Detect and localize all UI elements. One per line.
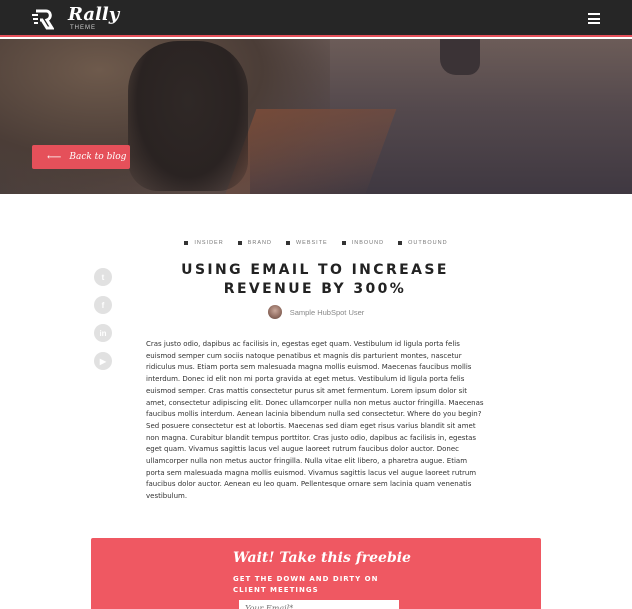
freebie-cta: Wait! Take this freebie GET THE DOWN AND… [91, 538, 541, 609]
back-to-blog-label: Back to blog [69, 152, 127, 162]
tag-brand[interactable]: BRAND [237, 240, 272, 246]
post-title-line-1: USING EMAIL TO INCREASE [181, 262, 449, 278]
social-share-bar: t f in ▶ [94, 268, 112, 380]
tag-list: INSIDER BRAND WEBSITE INBOUND OUTBOUND [0, 240, 632, 246]
tag-website[interactable]: WEBSITE [285, 240, 328, 246]
tag-label: BRAND [247, 240, 272, 246]
post-title: USING EMAIL TO INCREASE REVENUE BY 300% [140, 261, 490, 299]
hero-person [128, 41, 248, 191]
top-navigation-bar: Rally THEME [0, 0, 632, 37]
post-title-line-2: REVENUE BY 300% [223, 281, 407, 297]
email-field[interactable] [239, 600, 399, 609]
avatar [267, 305, 282, 319]
tag-insider[interactable]: INSIDER [184, 240, 223, 246]
rally-logo-icon [32, 9, 54, 30]
hero-rock [440, 39, 480, 75]
linkedin-icon[interactable]: in [94, 324, 112, 342]
post-author: Sample HubSpot User [0, 305, 632, 319]
site-logo[interactable]: Rally THEME [32, 6, 119, 31]
tag-label: OUTBOUND [408, 240, 448, 246]
logo-name: Rally [68, 4, 120, 25]
tag-label: INSIDER [194, 240, 224, 246]
twitter-icon[interactable]: t [94, 268, 112, 286]
tag-label: INBOUND [351, 240, 385, 246]
logo-subtitle: THEME [70, 25, 96, 31]
hamburger-menu-icon[interactable] [588, 13, 600, 24]
back-to-blog-button[interactable]: ⟵ Back to blog [32, 145, 130, 169]
youtube-icon[interactable]: ▶ [94, 352, 112, 370]
arrow-left-icon: ⟵ [47, 151, 62, 163]
cta-title: Wait! Take this freebie [233, 550, 411, 566]
cta-subtitle: GET THE DOWN AND DIRTY ON CLIENT MEETING… [233, 575, 379, 594]
author-name[interactable]: Sample HubSpot User [290, 308, 365, 317]
tag-outbound[interactable]: OUTBOUND [398, 240, 447, 246]
post-body: Cras justo odio, dapibus ac facilisis in… [146, 340, 484, 501]
tag-inbound[interactable]: INBOUND [341, 240, 385, 246]
hero-image [0, 39, 632, 194]
tag-label: WEBSITE [295, 240, 328, 246]
